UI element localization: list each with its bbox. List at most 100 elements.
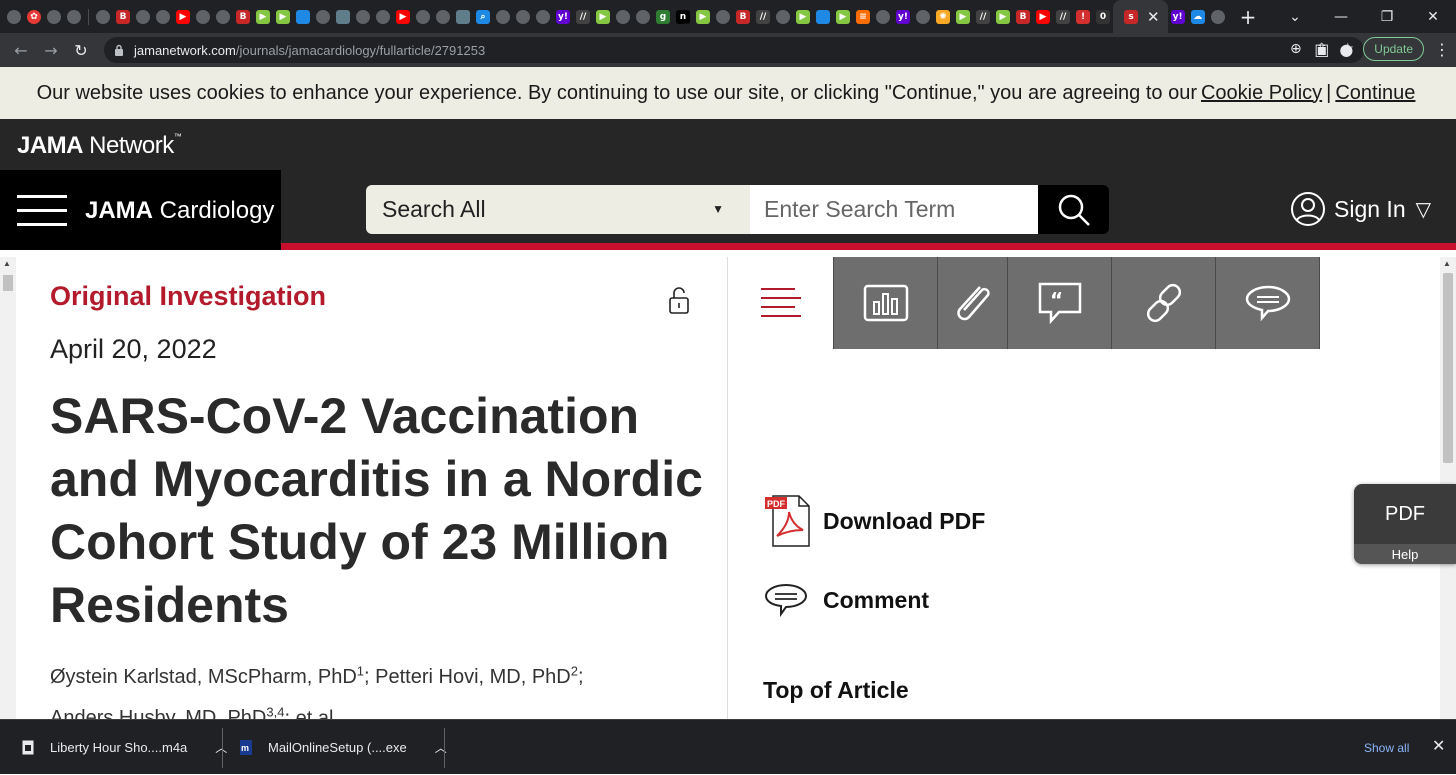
b-favicon[interactable]: B bbox=[736, 9, 750, 24]
rumble-favicon[interactable]: ▶ bbox=[796, 9, 810, 24]
globe-favicon[interactable] bbox=[616, 9, 630, 24]
comment-link[interactable]: Comment bbox=[763, 582, 929, 618]
globe-favicon[interactable] bbox=[1210, 9, 1225, 24]
globe-favicon[interactable] bbox=[516, 9, 530, 24]
globe-favicon[interactable] bbox=[916, 9, 930, 24]
ul-favicon[interactable]: // bbox=[976, 9, 990, 24]
search-favicon[interactable]: ⌕ bbox=[476, 9, 490, 24]
help-widget-label[interactable]: Help bbox=[1354, 544, 1456, 564]
globe-favicon[interactable] bbox=[316, 9, 330, 24]
b-favicon[interactable]: B bbox=[236, 9, 250, 24]
globe-favicon[interactable] bbox=[416, 9, 430, 24]
search-button[interactable] bbox=[1038, 185, 1109, 234]
update-button[interactable]: Update bbox=[1363, 37, 1424, 61]
hamburger-menu-icon[interactable] bbox=[17, 195, 67, 227]
globe-favicon[interactable] bbox=[156, 9, 170, 24]
globe-favicon[interactable] bbox=[47, 9, 61, 24]
globe-favicon[interactable] bbox=[496, 9, 510, 24]
shield-favicon[interactable] bbox=[816, 9, 830, 24]
author[interactable]: Øystein Karlstad, MScPharm, PhD1 bbox=[50, 663, 364, 688]
download-item[interactable]: Liberty Hour Sho....m4a ︿ bbox=[22, 720, 227, 775]
ul-favicon[interactable]: // bbox=[756, 9, 770, 24]
b-favicon[interactable]: B bbox=[1016, 9, 1030, 24]
yahoo-favicon[interactable]: y! bbox=[556, 9, 570, 24]
globe-favicon[interactable] bbox=[356, 9, 370, 24]
zero-favicon[interactable]: 0 bbox=[1096, 9, 1110, 24]
rumble-favicon[interactable]: ▶ bbox=[836, 9, 850, 24]
tab-supplements[interactable] bbox=[938, 257, 1008, 349]
g-favicon[interactable]: g bbox=[656, 9, 670, 24]
youtube-favicon[interactable]: ▶ bbox=[176, 9, 190, 24]
close-shelf-icon[interactable]: ✕ bbox=[1432, 736, 1445, 755]
tab-contents[interactable] bbox=[729, 257, 834, 349]
rumble-favicon[interactable]: ▶ bbox=[696, 9, 710, 24]
active-tab[interactable]: s ✕ bbox=[1113, 0, 1168, 33]
pdf-help-widget[interactable]: PDF Help bbox=[1354, 484, 1456, 564]
et-al-link[interactable]: et al bbox=[296, 707, 334, 719]
b-favicon[interactable]: B bbox=[116, 9, 130, 24]
rumble-favicon[interactable]: ▶ bbox=[956, 9, 970, 24]
menu-kebab-icon[interactable]: ⋮ bbox=[1434, 40, 1450, 59]
sign-in-button[interactable]: Sign In ▽ bbox=[1290, 191, 1431, 227]
red-favicon[interactable]: ! bbox=[1076, 9, 1090, 24]
doc-favicon[interactable] bbox=[336, 9, 350, 24]
globe-favicon[interactable] bbox=[136, 9, 150, 24]
globe-favicon[interactable] bbox=[636, 9, 650, 24]
show-all-button[interactable]: Show all bbox=[1352, 734, 1421, 762]
author[interactable]: Petteri Hovi, MD, PhD2 bbox=[375, 663, 578, 688]
tab-cite[interactable]: “ bbox=[1008, 257, 1112, 349]
search-input[interactable] bbox=[750, 185, 1038, 234]
globe-favicon[interactable] bbox=[776, 9, 790, 24]
globe-favicon[interactable] bbox=[67, 9, 81, 24]
journal-title[interactable]: JAMA Cardiology bbox=[85, 197, 274, 225]
youtube-favicon[interactable]: ▶ bbox=[396, 9, 410, 24]
minimize-icon[interactable]: — bbox=[1318, 9, 1364, 25]
close-window-icon[interactable]: ✕ bbox=[1410, 9, 1456, 25]
globe-favicon[interactable] bbox=[96, 9, 110, 24]
tab-figures[interactable] bbox=[834, 257, 938, 349]
reload-icon[interactable]: ↻ bbox=[66, 41, 96, 60]
globe-favicon[interactable] bbox=[436, 9, 450, 24]
ul-favicon[interactable]: // bbox=[576, 9, 590, 24]
side-panel-icon[interactable]: ▣ bbox=[1314, 40, 1329, 59]
n-favicon[interactable]: n bbox=[676, 9, 690, 24]
cookie-policy-link[interactable]: Cookie Policy bbox=[1201, 82, 1322, 105]
jama-network-logo[interactable]: JAMA Network™ bbox=[17, 132, 182, 160]
tab-comments[interactable] bbox=[1216, 257, 1320, 349]
scroll-thumb[interactable] bbox=[1443, 273, 1453, 463]
search-scope-select[interactable]: Search All ▼ bbox=[366, 185, 750, 234]
ul-favicon[interactable]: // bbox=[1056, 9, 1070, 24]
globe-favicon[interactable] bbox=[376, 9, 390, 24]
red-flower-favicon[interactable]: ✿ bbox=[27, 9, 41, 24]
cookie-continue-link[interactable]: Continue bbox=[1335, 82, 1415, 105]
tab-search-icon[interactable]: ⌄ bbox=[1272, 9, 1318, 25]
s-favicon[interactable]: s bbox=[1124, 9, 1138, 24]
yahoo-favicon[interactable]: y! bbox=[1170, 9, 1185, 24]
doc-favicon[interactable] bbox=[456, 9, 470, 24]
globe-favicon[interactable] bbox=[7, 9, 21, 24]
shield-favicon[interactable] bbox=[296, 9, 310, 24]
globe-favicon[interactable] bbox=[876, 9, 890, 24]
restore-icon[interactable]: ❐ bbox=[1364, 9, 1410, 25]
rumble-favicon[interactable]: ▶ bbox=[256, 9, 270, 24]
sun-favicon[interactable]: ✺ bbox=[936, 9, 950, 24]
back-icon[interactable]: ← bbox=[6, 41, 36, 60]
rumble-favicon[interactable]: ▶ bbox=[276, 9, 290, 24]
scroll-up-icon[interactable]: ▲ bbox=[3, 259, 11, 268]
globe-favicon[interactable] bbox=[196, 9, 210, 24]
cloud-favicon[interactable]: ☁ bbox=[1190, 9, 1205, 24]
tab-permalink[interactable] bbox=[1112, 257, 1216, 349]
download-pdf-link[interactable]: PDF Download PDF bbox=[763, 494, 985, 548]
left-scrollbar[interactable]: ▲ bbox=[0, 257, 16, 719]
globe-favicon[interactable] bbox=[216, 9, 230, 24]
forward-icon[interactable]: → bbox=[36, 41, 66, 60]
download-item[interactable]: m MailOnlineSetup (....exe ︿ bbox=[240, 720, 447, 775]
new-tab-icon[interactable]: + bbox=[1240, 5, 1257, 29]
globe-favicon[interactable] bbox=[716, 9, 730, 24]
rumble-favicon[interactable]: ▶ bbox=[996, 9, 1010, 24]
youtube-favicon[interactable]: ▶ bbox=[1036, 9, 1050, 24]
address-bar[interactable]: jamanetwork.com/journals/jamacardiology/… bbox=[104, 37, 1364, 63]
profile-icon[interactable]: ● bbox=[1339, 40, 1353, 59]
author[interactable]: Anders Husby, MD, PhD3,4 bbox=[50, 705, 284, 719]
pdf-widget-label[interactable]: PDF bbox=[1354, 484, 1456, 544]
